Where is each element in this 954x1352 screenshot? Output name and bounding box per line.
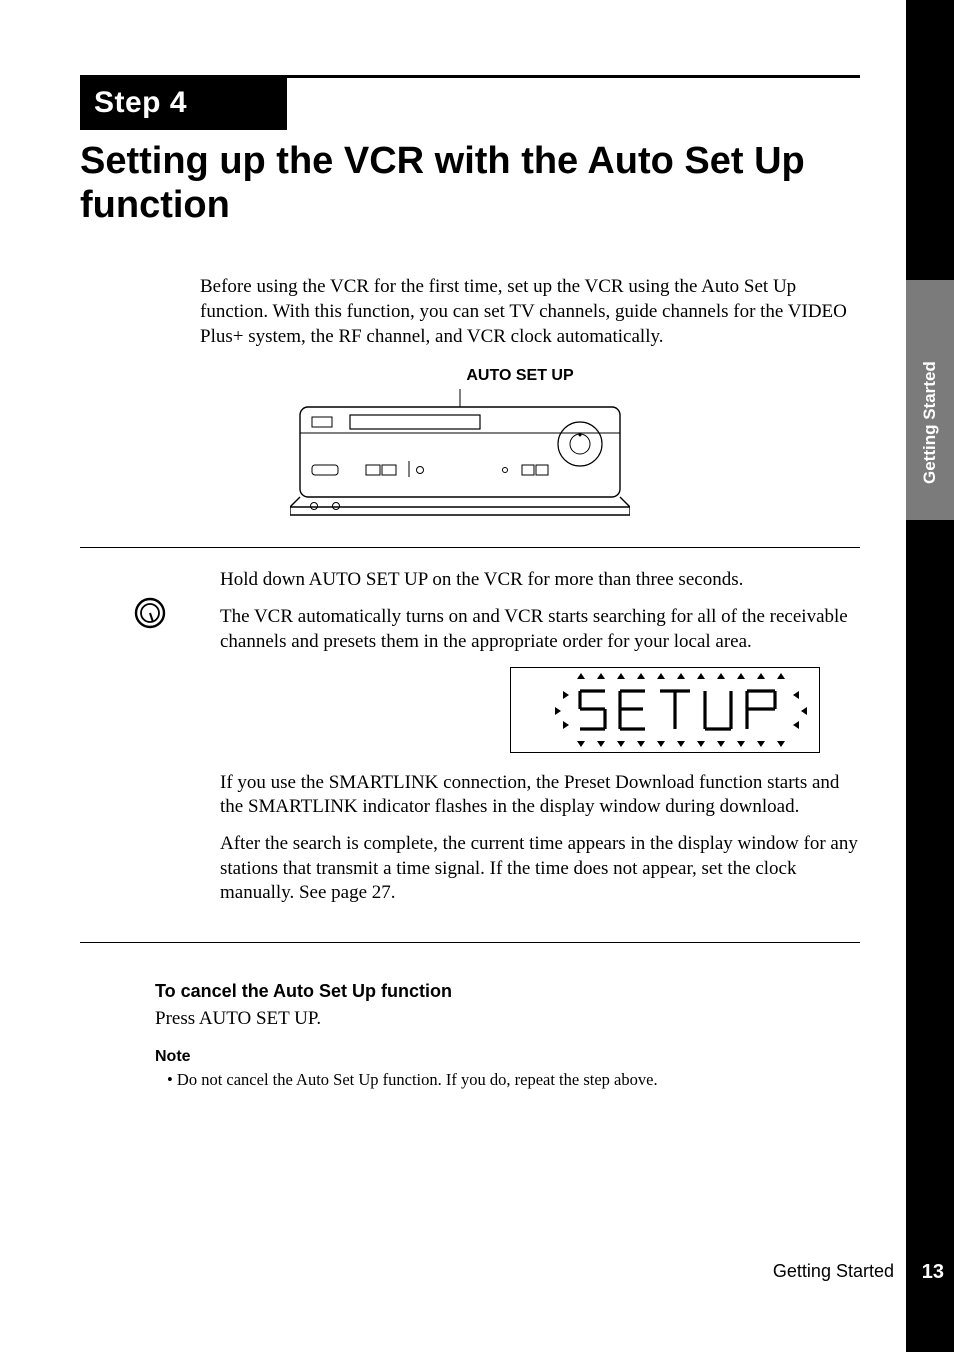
vcr-figure: AUTO SET UP	[200, 367, 720, 519]
section-tab: Getting Started	[906, 280, 954, 520]
cancel-body: Press AUTO SET UP.	[155, 1008, 855, 1030]
vcr-button-label: AUTO SET UP	[320, 367, 720, 385]
intro-paragraph: Before using the VCR for the first time,…	[200, 275, 860, 349]
main-content: Step 4 Setting up the VCR with the Auto …	[80, 75, 860, 1090]
after-section: To cancel the Auto Set Up function Press…	[155, 981, 855, 1090]
divider-top	[80, 547, 860, 548]
step-badge: Step 4	[80, 78, 287, 130]
page-title: Setting up the VCR with the Auto Set Up …	[80, 140, 860, 227]
lcd-display-figure	[510, 667, 860, 753]
footer-page-number: 13	[922, 1261, 944, 1284]
procedure-p3: If you use the SMARTLINK connection, the…	[220, 771, 860, 820]
cancel-heading: To cancel the Auto Set Up function	[155, 981, 855, 1002]
section-tab-label: Getting Started	[906, 310, 954, 490]
procedure-p2: The VCR automatically turns on and VCR s…	[220, 605, 860, 654]
lcd-frame	[510, 667, 820, 753]
vcr-illustration	[290, 389, 630, 519]
footer-section: Getting Started	[773, 1261, 894, 1282]
note-heading: Note	[155, 1048, 855, 1066]
outer-margin-black	[906, 0, 954, 1352]
page: Getting Started Step 4 Setting up the VC…	[0, 0, 954, 1352]
page-footer: Getting Started 13	[773, 1261, 894, 1282]
note-item: Do not cancel the Auto Set Up function. …	[155, 1070, 855, 1090]
procedure-p1: Hold down AUTO SET UP on the VCR for mor…	[220, 568, 860, 593]
procedure-p4: After the search is complete, the curren…	[220, 832, 860, 906]
clock-icon	[80, 568, 220, 918]
procedure-step: Hold down AUTO SET UP on the VCR for mor…	[80, 568, 860, 918]
divider-bottom	[80, 942, 860, 943]
step-header-row: Step 4	[80, 78, 860, 130]
procedure-body: Hold down AUTO SET UP on the VCR for mor…	[220, 568, 860, 918]
